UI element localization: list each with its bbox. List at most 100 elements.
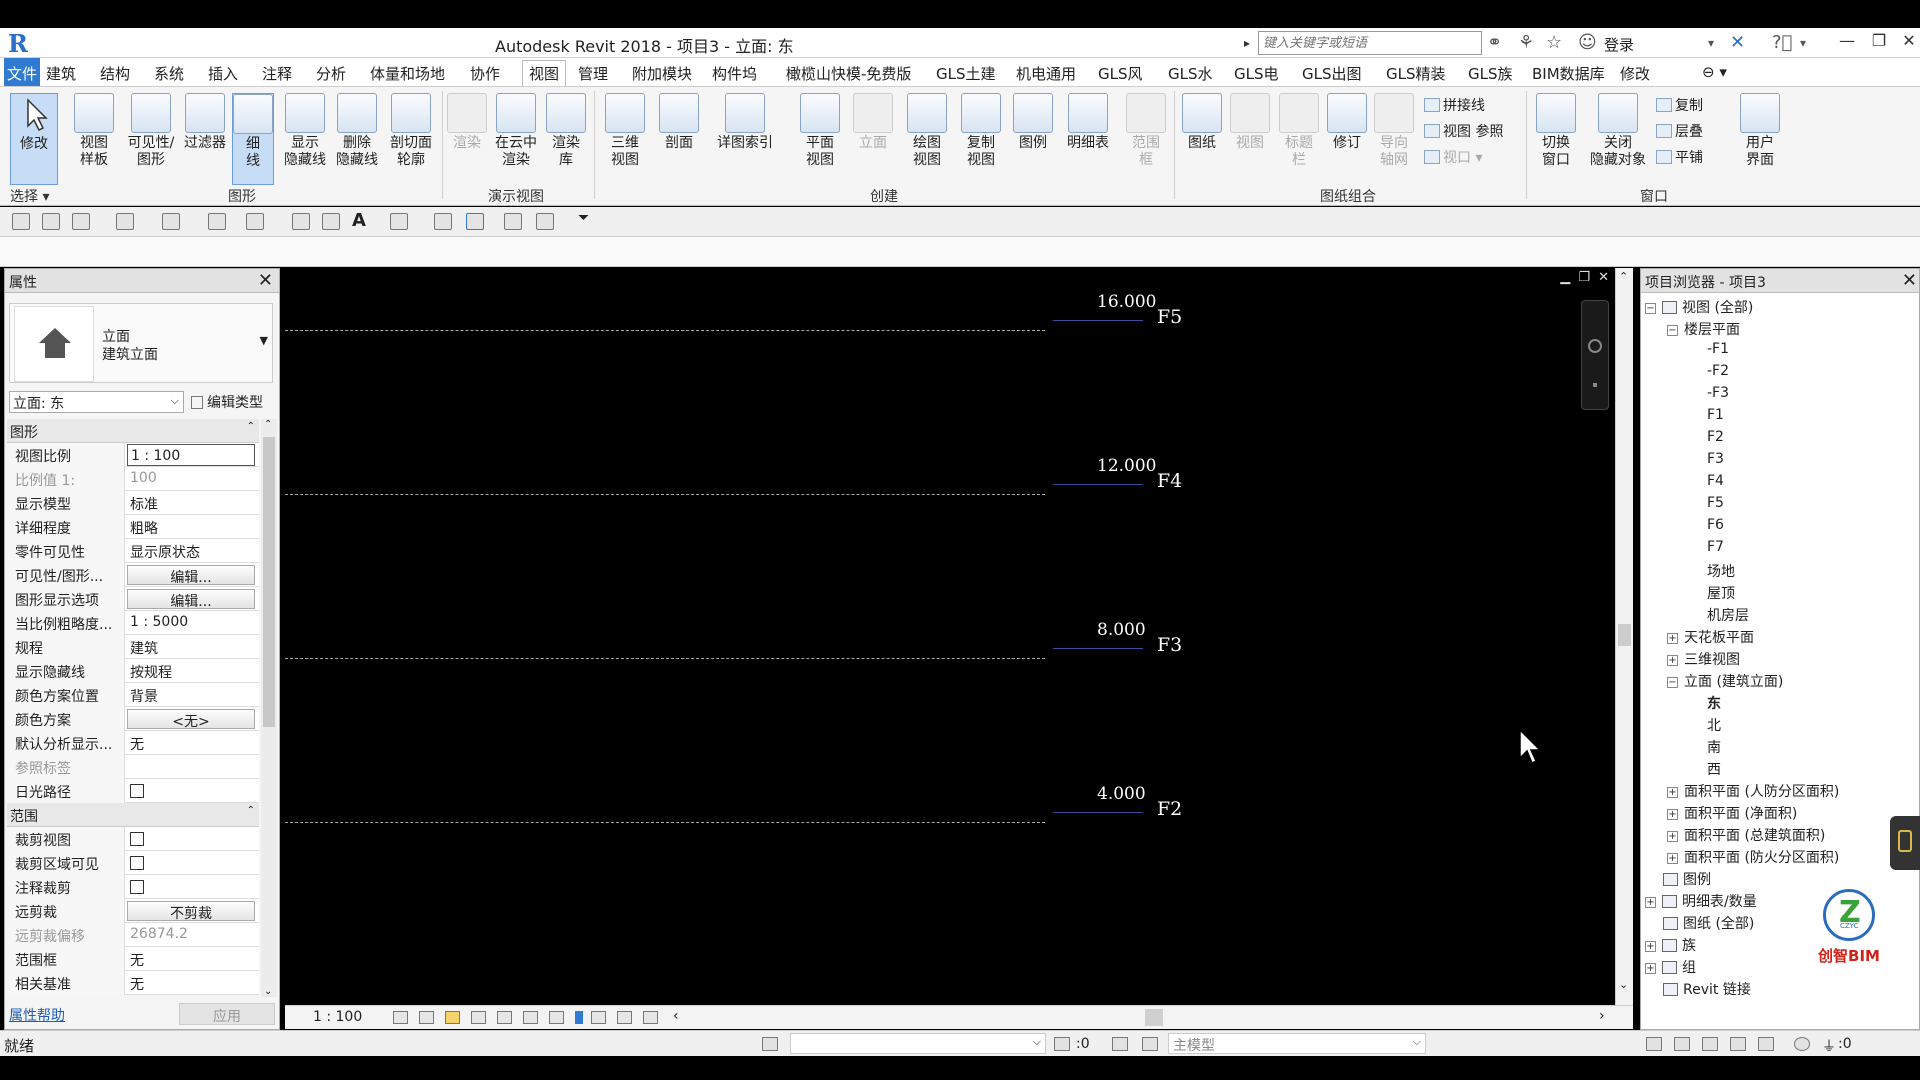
subscription-icon[interactable]: ⚘: [1518, 32, 1534, 53]
expand-icon[interactable]: +: [1667, 633, 1678, 644]
property-value[interactable]: [127, 779, 255, 803]
analytical-model-icon[interactable]: [643, 1011, 658, 1024]
undo-icon[interactable]: [116, 213, 134, 230]
redo-icon[interactable]: [162, 213, 180, 230]
tree-item[interactable]: 西: [1707, 759, 1721, 781]
tab-18[interactable]: GLS电: [1234, 63, 1279, 84]
side-panel-tab[interactable]: [1890, 816, 1920, 870]
drawing-canvas[interactable]: ▁ ❐ ✕ 16.000 F5 12.000 F4 8.000 F3 4.000 F2: [285, 268, 1615, 1005]
property-value[interactable]: 无: [127, 731, 255, 755]
level-name[interactable]: F5: [1157, 306, 1182, 328]
apply-button[interactable]: 应用: [179, 1003, 275, 1025]
binoculars-icon[interactable]: ⚭: [1487, 32, 1502, 53]
title-block-button[interactable]: 标题 栏: [1276, 93, 1322, 185]
elevation-button[interactable]: 立面: [850, 93, 896, 185]
expand-icon[interactable]: +: [1667, 787, 1678, 798]
tree-item[interactable]: 场地: [1707, 561, 1735, 583]
show-hidden-lines-button[interactable]: 显示 隐藏线: [280, 93, 330, 185]
level-elevation[interactable]: 8.000: [1097, 620, 1146, 640]
tab-19[interactable]: GLS出图: [1302, 63, 1362, 84]
edit-type-button[interactable]: 编辑类型: [189, 391, 277, 413]
level-line[interactable]: [285, 658, 1045, 659]
tree-item[interactable]: − 立面 (建筑立面): [1667, 671, 1783, 693]
tree-item[interactable]: 南: [1707, 737, 1721, 759]
tab-21[interactable]: GLS族: [1468, 63, 1513, 84]
drag-elements-icon[interactable]: [1758, 1037, 1774, 1051]
group-label-select[interactable]: 选择 ▾: [10, 186, 49, 206]
matchline-button[interactable]: 拼接线: [1424, 95, 1485, 115]
search-input[interactable]: [1258, 31, 1482, 55]
minimize-button[interactable]: —: [1834, 31, 1860, 55]
thin-lines-button[interactable]: 细 线: [232, 93, 274, 185]
drafting-view-button[interactable]: 绘图 视图: [902, 93, 952, 185]
collapse-icon[interactable]: −: [1667, 325, 1678, 336]
level-name[interactable]: F2: [1157, 798, 1182, 820]
workset-select[interactable]: ⌵: [790, 1033, 1046, 1054]
tab-22[interactable]: BIM数据库: [1532, 63, 1605, 84]
tree-item[interactable]: F3: [1707, 451, 1724, 473]
tab-11[interactable]: 附加模块: [632, 63, 692, 84]
tab-9[interactable]: 视图: [522, 60, 567, 87]
section-button[interactable]: 剖面: [654, 93, 704, 185]
tree-item[interactable]: F2: [1707, 429, 1724, 451]
property-value[interactable]: [127, 827, 255, 851]
unlocked-3d-icon[interactable]: [549, 1011, 564, 1024]
cut-profile-button[interactable]: 剖切面 轮廓: [384, 93, 438, 185]
close-icon[interactable]: ✕: [258, 270, 273, 291]
tree-item[interactable]: + 面积平面 (总建筑面积): [1667, 825, 1825, 847]
ribbon-minimize-icon[interactable]: ⊖ ▾: [1702, 63, 1727, 81]
expand-icon[interactable]: +: [1645, 963, 1656, 974]
switch-windows-quick-icon[interactable]: [536, 213, 554, 230]
render-button[interactable]: 渲染: [446, 93, 488, 185]
tab-14[interactable]: GLS土建: [936, 63, 996, 84]
level-elevation[interactable]: 4.000: [1097, 784, 1146, 804]
tab-20[interactable]: GLS精装: [1386, 63, 1446, 84]
tree-item[interactable]: 东: [1707, 693, 1721, 715]
tree-item[interactable]: + 组: [1645, 957, 1696, 979]
text-icon[interactable]: A: [352, 210, 370, 231]
collapse-icon[interactable]: ⌃: [247, 421, 255, 432]
search-expand-arrow-icon[interactable]: ▸: [1244, 36, 1250, 50]
close-icon[interactable]: ✕: [1902, 270, 1917, 291]
select-pinned-icon[interactable]: [1702, 1037, 1718, 1051]
thin-lines-quick-icon[interactable]: [466, 213, 484, 230]
checkbox[interactable]: [130, 880, 144, 894]
tab-6[interactable]: 分析: [316, 63, 346, 84]
select-by-face-icon[interactable]: [1730, 1037, 1746, 1051]
login-button[interactable]: 登录: [1604, 34, 1634, 55]
instance-view-select[interactable]: 立面: 东 ⌵: [9, 391, 184, 413]
remove-hidden-lines-button[interactable]: 删除 隐藏线: [332, 93, 382, 185]
tree-item[interactable]: + 天花板平面: [1667, 627, 1754, 649]
guide-grid-button[interactable]: 导向 轴网: [1372, 93, 1416, 185]
property-section[interactable]: 范围 ⌃: [7, 803, 259, 827]
worksets-icon[interactable]: [762, 1037, 778, 1051]
tree-item[interactable]: + 族: [1645, 935, 1696, 957]
expand-icon[interactable]: +: [1667, 831, 1678, 842]
tab-0[interactable]: 文件: [4, 58, 41, 86]
property-value[interactable]: [127, 851, 255, 875]
property-value[interactable]: 显示原状态: [127, 539, 255, 563]
tree-item[interactable]: 机房层: [1707, 605, 1749, 627]
level-line[interactable]: [285, 494, 1045, 495]
tab-17[interactable]: GLS水: [1168, 63, 1213, 84]
crop-region-icon[interactable]: [523, 1011, 538, 1024]
viewports-button[interactable]: 视口 ▾: [1424, 147, 1482, 167]
scroll-up-icon[interactable]: ⌃: [1619, 270, 1628, 283]
visual-style-icon[interactable]: [419, 1011, 434, 1024]
tab-3[interactable]: 系统: [154, 63, 184, 84]
tab-5[interactable]: 注释: [262, 63, 292, 84]
filter-icon[interactable]: ⏚: [1822, 1036, 1836, 1056]
scope-box-button[interactable]: 范围 框: [1124, 93, 1168, 185]
sheet-button[interactable]: 图纸: [1180, 93, 1224, 185]
close-hidden-quick-icon[interactable]: [504, 213, 522, 230]
tree-item[interactable]: − 楼层平面: [1667, 319, 1740, 341]
tag-icon[interactable]: [322, 213, 340, 230]
properties-help-link[interactable]: 属性帮助: [9, 1005, 65, 1025]
switch-windows-button[interactable]: 切换 窗口: [1530, 93, 1582, 185]
tree-item[interactable]: + 明细表/数量: [1645, 891, 1757, 913]
scroll-thumb[interactable]: [263, 437, 275, 727]
default-3d-icon[interactable]: [390, 213, 408, 230]
scroll-down-icon[interactable]: ⌄: [1619, 978, 1628, 991]
measure-icon[interactable]: [246, 213, 264, 230]
level-elevation[interactable]: 12.000: [1097, 456, 1156, 476]
